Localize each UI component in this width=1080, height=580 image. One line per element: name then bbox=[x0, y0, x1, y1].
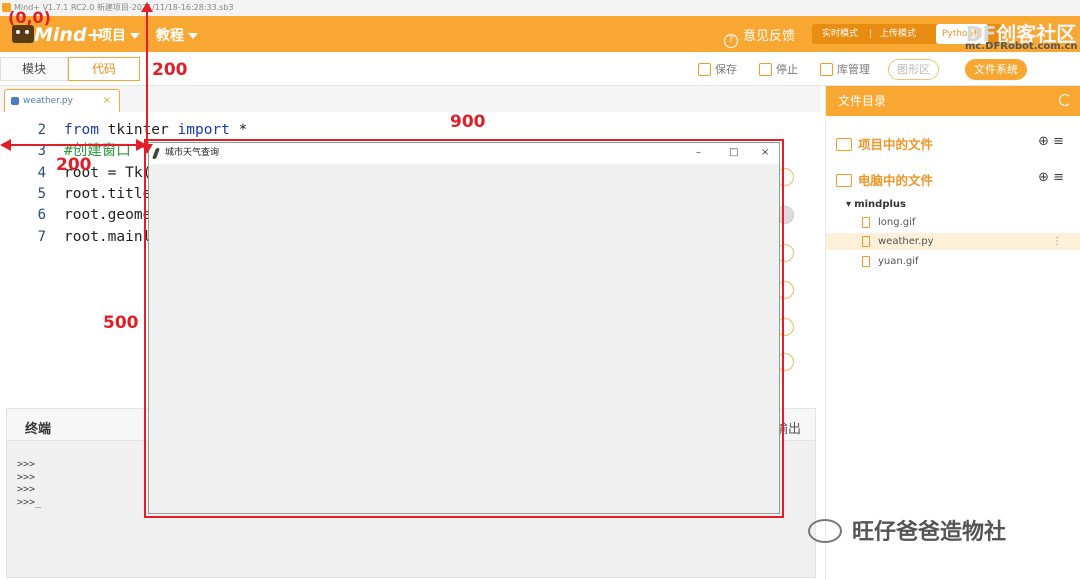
line-number: 7 bbox=[37, 228, 46, 245]
wechat-icon bbox=[808, 519, 842, 543]
line-number: 2 bbox=[37, 122, 46, 138]
chevron-down-icon bbox=[130, 33, 140, 39]
menu-project[interactable]: 项目 bbox=[98, 25, 140, 45]
line-number: 6 bbox=[37, 207, 46, 224]
tk-titlebar[interactable]: 城市天气查询 – □ × bbox=[149, 143, 779, 164]
feather-icon bbox=[151, 148, 161, 159]
more-icon[interactable]: ⋮ bbox=[1052, 233, 1062, 250]
stop-button[interactable]: 停止 bbox=[759, 61, 798, 77]
annotation-left-offset: 200 bbox=[56, 155, 92, 175]
library-icon bbox=[820, 63, 833, 76]
editor-tab-label: weather.py bbox=[23, 96, 73, 106]
watermark: 旺仔爸爸造物社 bbox=[808, 514, 1006, 546]
project-files-section[interactable]: 项目中的文件 bbox=[836, 134, 933, 153]
chevron-down-icon bbox=[188, 33, 198, 39]
window-titlebar: Mind+ V1.7.1 RC2.0 新建项目-2021/11/18-16:28… bbox=[0, 0, 1080, 16]
menu-project-label: 项目 bbox=[98, 28, 126, 44]
line-number: 4 bbox=[37, 164, 46, 181]
library-button[interactable]: 库管理 bbox=[820, 61, 870, 77]
annotation-width: 900 bbox=[450, 112, 486, 132]
editor-tabbar: weather.py × bbox=[0, 86, 820, 112]
filesystem-button[interactable]: 文件系统 bbox=[965, 59, 1027, 80]
file-icon bbox=[862, 236, 870, 247]
annotation-vertical-line bbox=[146, 8, 148, 148]
feedback-label: 意见反馈 bbox=[743, 29, 796, 44]
python-file-icon bbox=[11, 97, 19, 105]
file-icon bbox=[862, 217, 870, 228]
tab-blocks[interactable]: 模块 bbox=[0, 57, 68, 81]
arrow-up-icon bbox=[141, 2, 153, 12]
menu-tutorial-label: 教程 bbox=[156, 28, 184, 44]
mode-realtime[interactable]: 实时模式 bbox=[822, 24, 858, 44]
file-item[interactable]: weather.py ⋮ bbox=[826, 233, 1080, 250]
file-panel: 文件目录 项目中的文件 ⊕ ≡ 电脑中的文件 ⊕ ≡ ▾ mindplus lo… bbox=[825, 86, 1080, 580]
annotation-top-offset: 200 bbox=[152, 60, 188, 80]
logo-text: Mind+ bbox=[34, 24, 103, 46]
close-tab-icon[interactable]: × bbox=[103, 90, 111, 112]
refresh-icon[interactable] bbox=[1059, 94, 1071, 106]
robot-icon bbox=[12, 25, 34, 43]
computer-files-actions[interactable]: ⊕ ≡ bbox=[1038, 170, 1064, 185]
folder-mindplus[interactable]: ▾ mindplus bbox=[846, 199, 906, 210]
line-content: root.mainl bbox=[64, 228, 152, 245]
menu-tutorial[interactable]: 教程 bbox=[156, 25, 198, 45]
annotation-horizontal-line bbox=[8, 144, 142, 146]
terminal-output[interactable]: >>> >>> >>> >>>_ bbox=[17, 459, 41, 509]
computer-files-section[interactable]: 电脑中的文件 bbox=[836, 170, 933, 189]
question-icon: ? bbox=[724, 34, 738, 48]
maximize-button[interactable]: □ bbox=[729, 143, 738, 163]
stop-icon bbox=[759, 63, 772, 76]
project-files-actions[interactable]: ⊕ ≡ bbox=[1038, 134, 1064, 149]
line-content: root.geome bbox=[64, 207, 152, 224]
editor-tab-weather[interactable]: weather.py × bbox=[4, 89, 120, 112]
arrow-right-icon bbox=[136, 139, 147, 151]
save-icon bbox=[698, 63, 711, 76]
tk-window[interactable]: 城市天气查询 – □ × bbox=[148, 142, 780, 514]
dfrobot-url: mc.DFRobot.com.cn bbox=[965, 41, 1078, 52]
annotation-height: 500 bbox=[103, 313, 139, 333]
minimize-button[interactable]: – bbox=[696, 143, 701, 163]
file-item[interactable]: long.gif bbox=[826, 214, 1080, 231]
file-icon bbox=[862, 256, 870, 267]
line-number: 5 bbox=[37, 185, 46, 202]
computer-icon bbox=[836, 174, 852, 187]
app-header: Mind+ 项目 教程 ? 意见反馈 实时模式 | 上传模式 Python模 DF… bbox=[0, 16, 1080, 52]
line-content: from tkinter import * bbox=[64, 122, 248, 138]
terminal-title: 终端 bbox=[25, 422, 52, 437]
folder-icon bbox=[836, 138, 852, 151]
arrow-left-icon bbox=[0, 139, 11, 151]
close-button[interactable]: × bbox=[761, 143, 769, 163]
file-panel-header: 文件目录 bbox=[826, 86, 1080, 116]
file-item[interactable]: yuan.gif bbox=[826, 253, 1080, 270]
tk-title: 城市天气查询 bbox=[165, 148, 220, 158]
feedback-button[interactable]: ? 意见反馈 bbox=[724, 25, 795, 48]
mode-upload[interactable]: 上传模式 bbox=[880, 24, 916, 44]
annotation-origin: (0,0) bbox=[8, 8, 51, 27]
save-button[interactable]: 保存 bbox=[698, 61, 737, 77]
line-content: root.title bbox=[64, 185, 152, 202]
tab-code[interactable]: 代码 bbox=[68, 57, 140, 81]
graphics-button[interactable]: 图形区 bbox=[888, 59, 939, 80]
